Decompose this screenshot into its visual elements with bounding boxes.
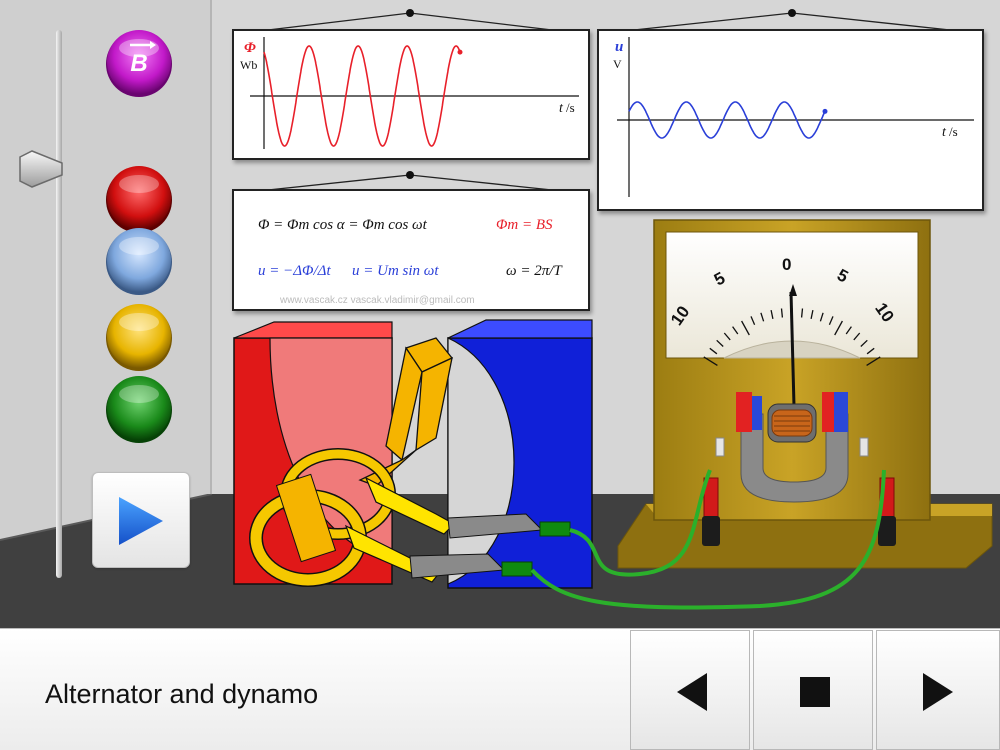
flux-symbol: Φ — [244, 40, 256, 56]
magnet-south-pole — [447, 319, 593, 589]
stop-button[interactable] — [753, 630, 873, 750]
chevron-left-icon — [677, 673, 707, 711]
flux-graph-board: Φ Wb t /s — [232, 29, 590, 160]
formula-flux-max: Φm = BS — [496, 217, 553, 233]
formula-board: Φ = Φm cos α = Φm cos ωt Φm = BS u = −ΔΦ… — [232, 189, 590, 311]
play-icon — [119, 497, 163, 545]
prev-button[interactable] — [630, 630, 750, 750]
chevron-right-icon — [923, 673, 953, 711]
voltage-graph-board: u V t /s — [597, 29, 984, 211]
dial-tick — [780, 308, 784, 318]
play-button[interactable] — [92, 472, 190, 568]
voltage-curve-end — [822, 108, 828, 114]
scale-label-zero: 0 — [782, 255, 791, 274]
stop-icon — [800, 677, 830, 707]
flux-curve-end — [457, 49, 463, 55]
voltage-unit: V — [613, 57, 622, 71]
next-button[interactable] — [876, 630, 1000, 750]
formula-omega: ω = 2π/T — [506, 263, 563, 279]
green-color-button[interactable] — [104, 374, 174, 444]
flux-axis-unit: /s — [566, 100, 575, 115]
voltage-axis-symbol: t — [942, 125, 947, 140]
alternator — [233, 319, 593, 589]
footer-bar: Alternator and dynamo — [0, 628, 1000, 750]
formula-voltage: u = Um sin ωt — [352, 263, 439, 279]
credit-text: www.vascak.cz vascak.vladimir@gmail.com — [279, 295, 475, 306]
terminal-left[interactable] — [702, 477, 720, 546]
terminal-right[interactable] — [878, 477, 896, 546]
flux-axis-symbol: t — [559, 101, 564, 116]
flux-unit: Wb — [240, 58, 257, 72]
yellow-color-button[interactable] — [104, 302, 174, 372]
voltage-symbol: u — [615, 39, 623, 55]
galvanometer: 10 5 0 5 10 — [617, 219, 993, 569]
blue-color-button[interactable] — [104, 226, 174, 296]
formula-induced-emf: u = −ΔΦ/Δt — [258, 263, 331, 279]
formula-flux: Φ = Φm cos α = Φm cos ωt — [258, 217, 428, 233]
page-title: Alternator and dynamo — [45, 679, 319, 709]
dial-tick — [800, 308, 804, 318]
voltage-axis-unit: /s — [949, 124, 958, 139]
